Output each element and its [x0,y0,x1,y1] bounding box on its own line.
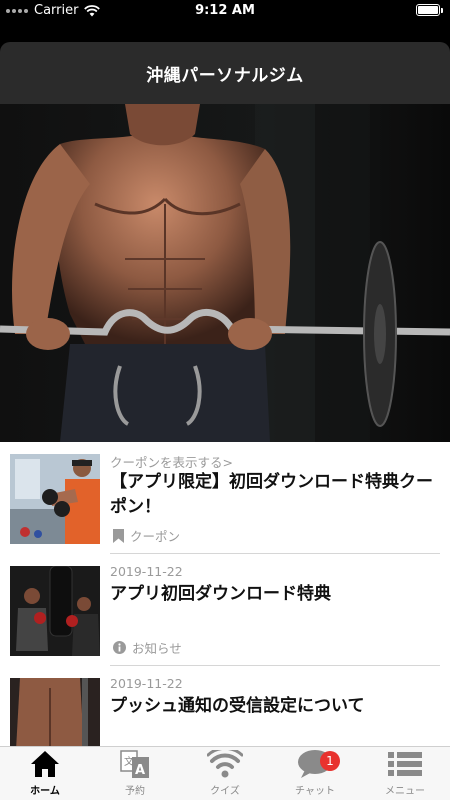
item-date: 2019-11-22 [110,676,183,691]
item-tag: お知らせ [113,638,182,657]
item-title: プッシュ通知の受信設定について [110,696,365,716]
news-list: クーポンを表示する> 【アプリ限定】初回ダウンロード特典クーポン！ クーポン 2… [0,442,450,746]
item-title: アプリ初回ダウンロード特典 [110,584,331,604]
item-tag-label: お知らせ [132,641,182,656]
tab-quiz[interactable]: クイズ [180,747,270,800]
page-title: 沖縄パーソナルジム [146,65,304,86]
chat-badge: 1 [320,751,340,771]
navigation-bar: 沖縄パーソナルジム [0,22,450,104]
tab-reservation[interactable]: 文 A 予約 [90,747,180,800]
status-time: 9:12 AM [195,3,255,18]
home-icon [31,751,59,777]
item-title: 【アプリ限定】初回ダウンロード特典クーポン！ [110,472,433,517]
hero-gym-photo [0,104,450,442]
item-tag-label: クーポン [130,529,181,544]
tab-menu[interactable]: メニュー [360,747,450,800]
list-item[interactable]: 2019-11-22 プッシュ通知の受信設定について [0,666,450,746]
tab-chat[interactable]: チャット 1 [270,747,360,800]
list-menu-icon [388,752,422,776]
title-panel: 沖縄パーソナルジム [0,42,450,104]
tab-home-label: ホーム [30,786,60,797]
tab-quiz-label: クイズ [210,786,240,797]
hero-image [0,104,450,442]
list-item[interactable]: クーポンを表示する> 【アプリ限定】初回ダウンロード特典クーポン！ クーポン [0,442,450,554]
translate-icon: 文 A [120,750,149,778]
tab-menu-label: メニュー [385,786,425,797]
tab-chat-label: チャット [295,786,335,797]
wifi-icon [207,750,243,778]
training-thumbnail [10,678,100,746]
item-date: 2019-11-22 [110,564,183,579]
tab-home[interactable]: ホーム [0,747,90,800]
tab-bar: ホーム 文 A 予約 クイズ チャット 1 メニュー [0,746,450,800]
item-tag: クーポン [113,526,180,545]
svg-text:A: A [135,763,145,778]
battery-icon [416,4,443,16]
boxing-thumbnail [10,454,100,544]
tab-reservation-label: 予約 [125,786,145,797]
svg-text:文: 文 [124,755,134,768]
info-icon [113,641,126,654]
list-item[interactable]: 2019-11-22 アプリ初回ダウンロード特典 お知らせ [0,554,450,666]
punching-bag-thumbnail [10,566,100,656]
coupon-link[interactable]: クーポンを表示する> [110,452,233,471]
status-bar: Carrier 9:12 AM [0,0,450,22]
bookmark-icon [113,528,124,543]
